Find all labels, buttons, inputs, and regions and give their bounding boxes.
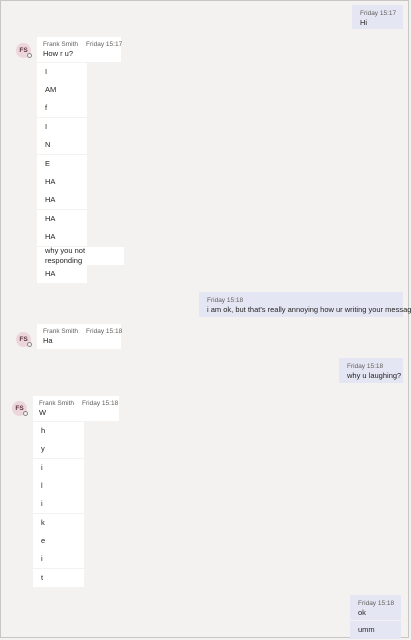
incoming-message-continuation[interactable]: k <box>33 514 84 532</box>
message-text: umm <box>358 625 375 634</box>
avatar-initials: FS <box>19 336 28 343</box>
message-text: t <box>41 573 44 582</box>
message-timestamp: Friday 15:18 <box>207 297 244 304</box>
message-text: why you not responding <box>45 246 86 265</box>
message-text: i <box>41 499 43 508</box>
message-text: ok <box>358 608 366 617</box>
incoming-message-continuation[interactable]: y <box>33 440 84 458</box>
presence-status-icon <box>27 53 32 58</box>
incoming-message-continuation[interactable]: N <box>37 136 87 154</box>
sender-name: Frank Smith <box>43 328 79 335</box>
message-text: I <box>45 122 48 131</box>
message-timestamp: Friday 15:18 <box>82 400 119 407</box>
message-text: N <box>45 140 51 149</box>
message-text: HA <box>45 177 56 186</box>
outgoing-message[interactable]: Friday 15:17 Hi <box>352 5 403 29</box>
outgoing-message[interactable]: Friday 15:18 why u laughing? <box>339 358 403 383</box>
message-text: I <box>45 67 48 76</box>
incoming-message-continuation[interactable]: t <box>33 569 84 587</box>
incoming-message-continuation[interactable]: h <box>33 422 84 440</box>
message-text: l <box>41 481 43 490</box>
incoming-message-continuation[interactable]: HA <box>37 191 87 209</box>
incoming-message-continuation[interactable]: f <box>37 99 87 117</box>
incoming-message-continuation[interactable]: I <box>37 63 87 81</box>
incoming-message-continuation[interactable]: i <box>33 550 84 568</box>
incoming-message-continuation[interactable]: HA <box>37 228 87 246</box>
message-text: AM <box>45 85 57 94</box>
message-text: HA <box>45 195 56 204</box>
message-text: i <box>41 463 43 472</box>
message-text: i <box>41 554 43 563</box>
presence-status-icon <box>23 411 28 416</box>
message-text: e <box>41 536 46 545</box>
avatar-initials: FS <box>15 405 24 412</box>
message-text: i am ok, but that's really annoying how … <box>207 305 411 314</box>
presence-status-icon <box>27 342 32 347</box>
message-timestamp: Friday 15:18 <box>358 600 395 607</box>
incoming-message-continuation[interactable]: HA <box>37 210 87 228</box>
message-text: HA <box>45 232 56 241</box>
incoming-message-continuation[interactable]: E <box>37 155 87 173</box>
message-timestamp: Friday 15:18 <box>347 363 384 370</box>
message-text: How r u? <box>43 49 74 58</box>
message-text: HA <box>45 214 56 223</box>
incoming-message[interactable]: Frank Smith Friday 15:17 How r u? <box>37 37 123 62</box>
message-text: why u laughing? <box>347 371 402 380</box>
message-text: E <box>45 159 51 168</box>
sender-name: Frank Smith <box>43 41 79 48</box>
incoming-message-continuation[interactable]: e <box>33 532 84 550</box>
incoming-message-continuation[interactable]: i <box>33 495 84 513</box>
incoming-message-continuation[interactable]: HA <box>37 173 87 191</box>
sender-name: Frank Smith <box>39 400 75 407</box>
message-timestamp: Friday 15:18 <box>86 328 123 335</box>
message-text: y <box>41 444 45 453</box>
message-text: k <box>41 518 45 527</box>
outgoing-message[interactable]: Friday 15:18 ok <box>350 595 401 620</box>
message-text: W <box>39 408 47 417</box>
message-text: HA <box>45 269 56 278</box>
message-timestamp: Friday 15:17 <box>86 41 123 48</box>
message-text: f <box>45 103 48 112</box>
outgoing-message-continuation[interactable]: umm <box>350 621 401 639</box>
incoming-message-continuation[interactable]: AM <box>37 81 87 99</box>
message-text: Hi <box>360 18 368 27</box>
incoming-message-continuation[interactable]: l <box>33 477 84 495</box>
incoming-message-continuation[interactable]: HA <box>37 265 87 283</box>
incoming-message-continuation[interactable]: why you not responding <box>37 246 124 265</box>
message-timestamp: Friday 15:17 <box>360 10 397 17</box>
incoming-message-continuation[interactable]: I <box>37 118 87 136</box>
incoming-message-continuation[interactable]: i <box>33 459 84 477</box>
incoming-message[interactable]: Frank Smith Friday 15:18 W <box>33 396 119 421</box>
message-text: Ha <box>43 336 53 345</box>
outgoing-message[interactable]: Friday 15:18 i am ok, but that's really … <box>199 292 411 317</box>
message-text: h <box>41 426 46 435</box>
avatar-initials: FS <box>19 47 28 54</box>
incoming-message[interactable]: Frank Smith Friday 15:18 Ha <box>37 324 123 349</box>
